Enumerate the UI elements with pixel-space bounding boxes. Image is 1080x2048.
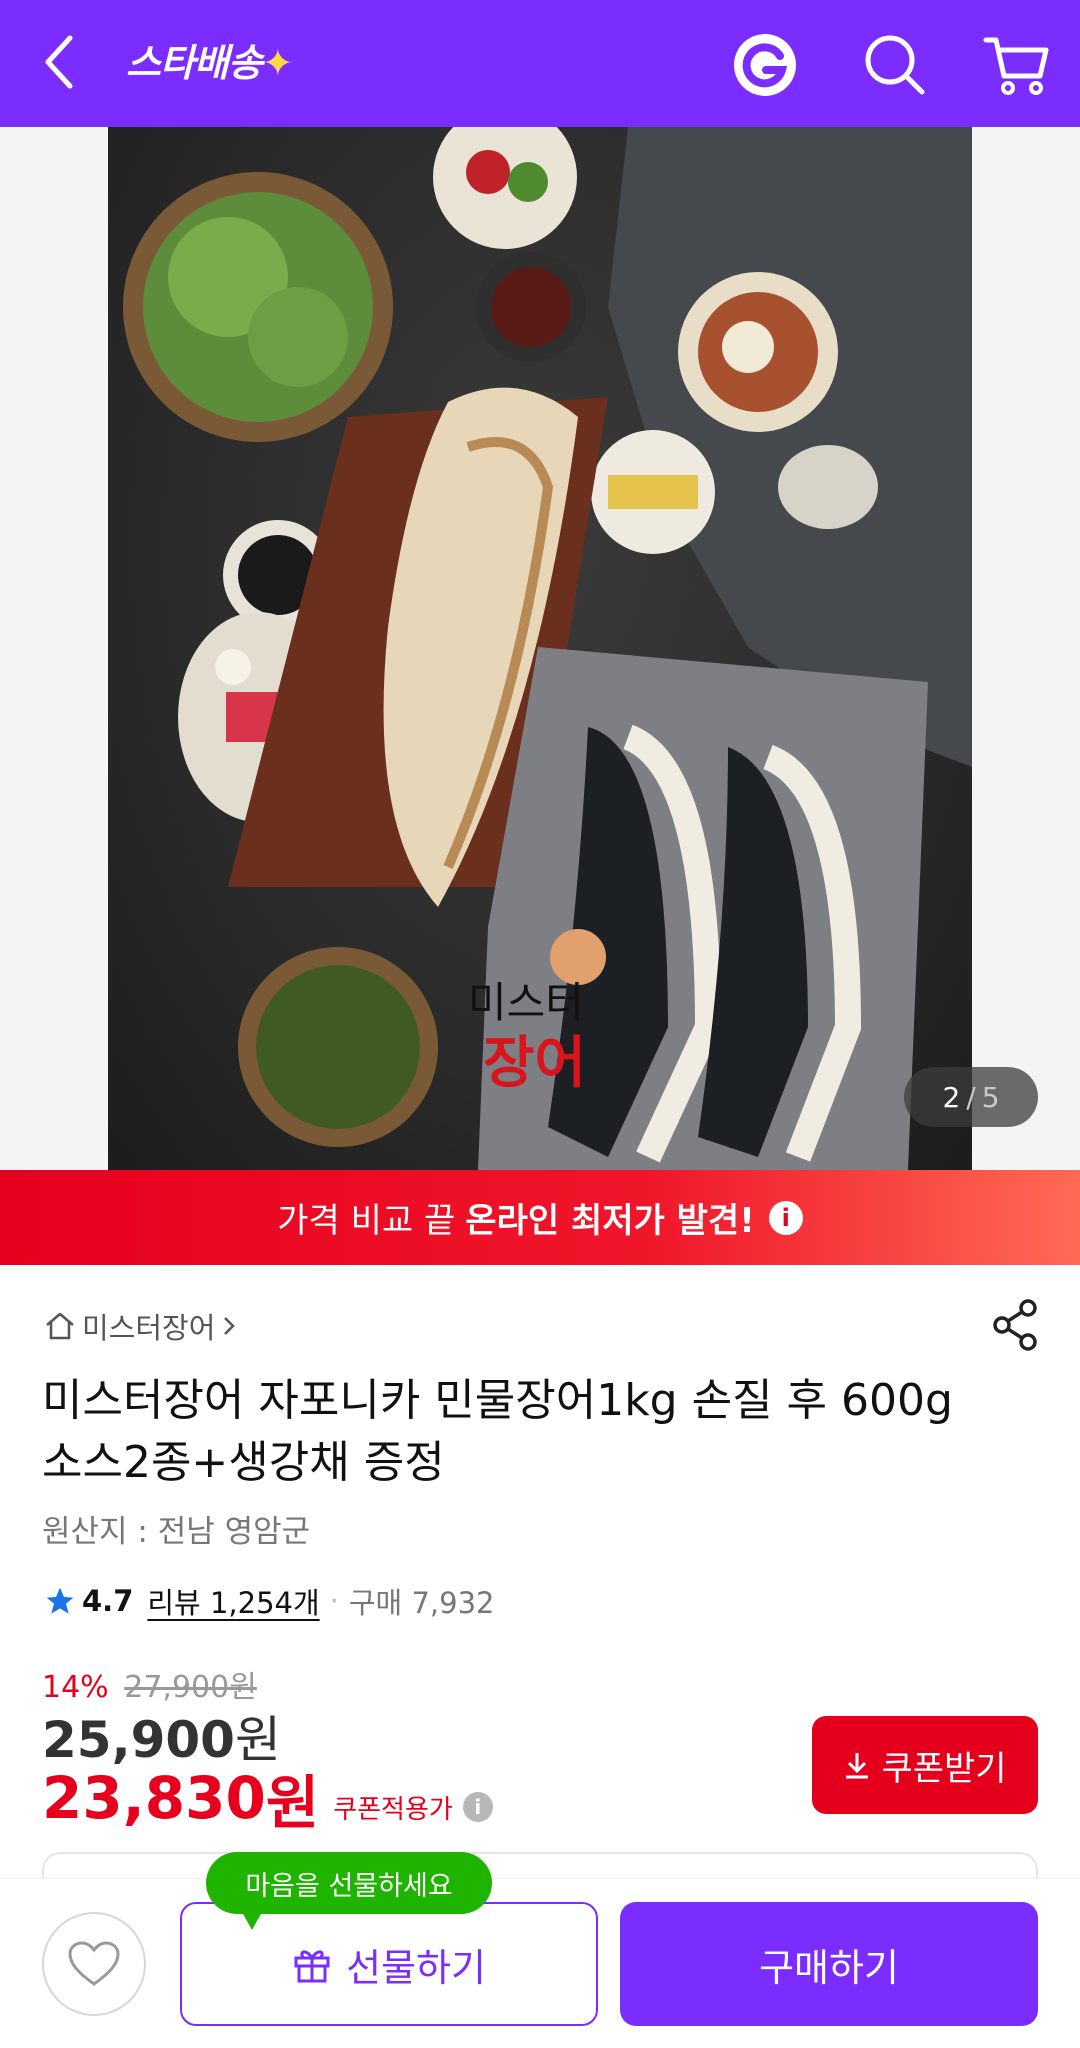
separator-dot: · xyxy=(329,1584,339,1618)
banner-prefix: 가격 비교 끝 xyxy=(277,1201,456,1241)
image-counter-separator: / xyxy=(966,1080,976,1114)
coupon-price-label: 쿠폰적용가 xyxy=(333,1794,453,1825)
brand-logo[interactable]: 스타배송✦ xyxy=(126,32,294,87)
gift-button-label: 선물하기 xyxy=(346,1945,486,1990)
search-icon[interactable] xyxy=(860,30,930,100)
sparkle-icon: ✦ xyxy=(261,41,294,85)
back-icon[interactable] xyxy=(40,30,80,94)
download-icon xyxy=(846,1753,869,1779)
rating-row: 4.7 리뷰 1,254개 · 구매 7,932 xyxy=(44,1580,494,1622)
image-brand-text-2: 장어 xyxy=(483,1031,586,1096)
image-counter: 2 / 5 xyxy=(904,1067,1038,1127)
purchase-count: 구매 7,932 xyxy=(348,1586,495,1620)
cart-icon[interactable] xyxy=(982,30,1052,100)
top-app-bar: 스타배송✦ xyxy=(0,0,1080,127)
product-photo: 미스터 장어 xyxy=(108,127,972,1170)
origin-text: 원산지 : 전남 영암군 xyxy=(42,1514,311,1550)
store-link[interactable]: 미스터장어 xyxy=(44,1305,237,1347)
buy-button[interactable]: 구매하기 xyxy=(620,1902,1038,2026)
star-icon xyxy=(46,1587,74,1614)
wishlist-button[interactable] xyxy=(42,1912,146,2016)
banner-highlight: 온라인 최저가 발견! xyxy=(465,1201,755,1241)
product-title: 미스터장어 자포니카 민물장어1kg 손질 후 600g 소스2종+생강채 증정 xyxy=(42,1375,953,1488)
image-counter-total: 5 xyxy=(981,1080,1000,1114)
gift-tooltip: 마음을 선물하세요 xyxy=(206,1852,492,1930)
image-brand-text: 미스터 xyxy=(468,978,584,1027)
product-image-gallery[interactable]: 미스터 장어 2 / 5 xyxy=(0,127,1080,1170)
gift-tooltip-text: 마음을 선물하세요 xyxy=(245,1870,453,1902)
g-logo-icon[interactable] xyxy=(730,30,800,100)
coupon-download-button[interactable]: 쿠폰받기 xyxy=(812,1716,1038,1814)
coupon-button-label: 쿠폰받기 xyxy=(881,1748,1007,1789)
store-name: 미스터장어 xyxy=(82,1311,216,1345)
heart-icon xyxy=(68,1941,120,1986)
share-icon[interactable] xyxy=(990,1298,1040,1352)
product-photo-illustration: 미스터 장어 xyxy=(123,127,972,1170)
rating-score: 4.7 xyxy=(82,1584,134,1618)
coupon-price: 23,830 원 쿠폰적용가 i xyxy=(42,1756,493,1840)
info-icon[interactable]: i xyxy=(768,1200,803,1235)
coupon-price-unit: 원 xyxy=(265,1769,320,1837)
lowest-price-banner[interactable]: 가격 비교 끝 온라인 최저가 발견! i xyxy=(0,1170,1080,1265)
info-icon[interactable]: i xyxy=(462,1792,493,1822)
image-counter-current: 2 xyxy=(942,1080,961,1114)
home-icon xyxy=(46,1312,74,1340)
gift-icon xyxy=(294,1950,330,1983)
review-count-link[interactable]: 리뷰 1,254개 xyxy=(147,1580,319,1622)
coupon-price-value: 23,830 xyxy=(42,1764,266,1832)
brand-name: 스타배송 xyxy=(126,41,263,85)
chevron-right-icon xyxy=(224,1317,236,1335)
buy-button-label: 구매하기 xyxy=(759,1945,899,1990)
